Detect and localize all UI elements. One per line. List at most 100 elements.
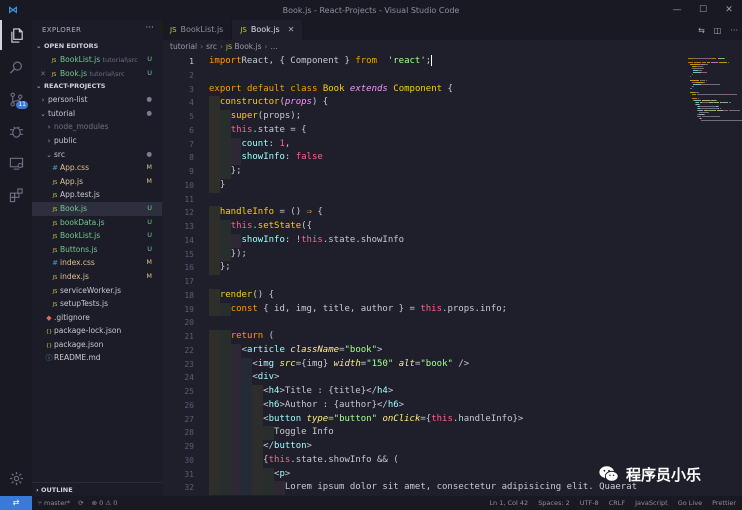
code-line: render() { — [209, 289, 274, 303]
file-tree-item[interactable]: JS App.js M — [32, 175, 162, 189]
status-item[interactable]: UTF-8 — [580, 499, 599, 507]
remote-indicator[interactable]: ⇄ — [0, 496, 32, 510]
minimap-token — [699, 106, 716, 107]
file-tree-item[interactable]: {} package.json — [32, 338, 162, 352]
git-status-badge: U — [147, 217, 152, 226]
source-control-activity[interactable]: 11 — [0, 84, 32, 114]
minimap-token — [701, 116, 720, 117]
minimap-token — [688, 62, 694, 63]
minimap-token — [695, 68, 705, 69]
file-tree-item[interactable]: JS Buttons.js U — [32, 243, 162, 257]
line-number: 8 — [189, 153, 194, 163]
code-line: this.state = { — [209, 124, 307, 138]
breadcrumb-item[interactable]: Book.js — [234, 42, 261, 51]
file-tree-item[interactable]: JS Book.js U — [32, 201, 162, 216]
code-token: > — [398, 399, 405, 410]
outline-header[interactable]: › OUTLINE — [32, 482, 162, 496]
minimap-token — [726, 94, 738, 95]
extensions-activity[interactable] — [0, 180, 32, 210]
code-line: Lorem ipsum dolor sit amet, consectetur … — [209, 481, 637, 495]
project-header[interactable]: ⌄ REACT-PROJECTS — [32, 80, 162, 93]
debug-activity[interactable] — [0, 116, 32, 146]
status-item[interactable]: JavaScript — [635, 499, 668, 507]
line-number: 13 — [184, 222, 194, 231]
code-token: Toggle Info — [209, 427, 334, 438]
remote-activity[interactable] — [0, 148, 32, 178]
code-token: div — [257, 372, 275, 383]
code-token: Lorem ipsum dolor sit amet, consectetur … — [209, 482, 638, 493]
maximize-button[interactable]: ☐ — [690, 0, 716, 20]
branch-status[interactable]: ⑂ master* — [38, 499, 70, 507]
status-item[interactable]: CRLF — [609, 499, 625, 507]
file-tree-item[interactable]: ⌄ src ● — [32, 148, 162, 162]
file-tree-item[interactable]: › person-list ● — [32, 93, 162, 107]
breadcrumb-item[interactable]: src — [206, 42, 217, 51]
open-editors-header[interactable]: ⌄ OPEN EDITORS — [32, 40, 162, 53]
code-line: showInfo: false — [209, 151, 323, 165]
file-tree-label: index.js — [60, 271, 89, 281]
code-line: const { id, img, title, author } = this.… — [209, 303, 507, 317]
close-tab-icon[interactable]: ✕ — [288, 20, 295, 40]
file-tree-label: public — [54, 135, 77, 145]
code-token: export — [209, 83, 242, 94]
minimap-token — [694, 100, 701, 101]
git-status-badge: M — [146, 176, 152, 185]
code-line: }; — [209, 261, 231, 275]
status-item[interactable]: Ln 1, Col 42 — [489, 499, 528, 507]
split-editor-icon[interactable]: ◫ — [714, 26, 722, 35]
line-number: 29 — [184, 442, 194, 451]
file-tree-item[interactable]: › public — [32, 134, 162, 148]
code-editor[interactable]: 1 importReact, { Component } from 'react'… — [162, 54, 682, 496]
explorer-sidebar: EXPLORER ··· ⌄ OPEN EDITORS JS BookList.js… — [32, 20, 162, 496]
file-tree-item[interactable]: ⌄ tutorial ● — [32, 107, 162, 121]
file-tree-item[interactable]: # App.css M — [32, 161, 162, 175]
minimap-token — [706, 80, 707, 81]
minimap-token — [708, 110, 716, 111]
problems-status[interactable]: ⊗ 0 ⚠ 0 — [92, 499, 118, 507]
compare-icon[interactable]: ⇆ — [698, 26, 705, 35]
open-editor-item[interactable]: JS BookList.js tutorial\src U — [32, 53, 162, 67]
search-activity[interactable] — [0, 52, 32, 82]
status-item[interactable]: Go Live — [678, 499, 702, 507]
tab-booklist[interactable]: JS BookList.js — [162, 20, 233, 40]
code-line: <p> — [209, 468, 290, 482]
file-tree-item[interactable]: JS index.js M — [32, 270, 162, 284]
code-line: <div> — [209, 371, 279, 385]
css-file-icon: # — [52, 259, 58, 268]
explorer-activity[interactable] — [0, 20, 32, 50]
settings-activity[interactable] — [0, 463, 32, 493]
status-right: Ln 1, Col 42 Spaces: 2 UTF-8 CRLF JavaScript… — [489, 496, 736, 510]
breadcrumb-item[interactable]: tutorial — [170, 42, 197, 51]
minimap[interactable] — [682, 54, 742, 496]
js-file-icon: JS — [52, 288, 58, 295]
file-tree-item[interactable]: JS serviceWorker.js — [32, 284, 162, 298]
breadcrumb-item[interactable]: ... — [271, 42, 278, 51]
file-tree-item[interactable]: JS BookList.js U — [32, 229, 162, 243]
close-window-button[interactable]: ✕ — [716, 0, 742, 20]
close-icon[interactable]: ✕ — [38, 68, 48, 81]
chevron-down-icon: ⌄ — [36, 82, 42, 91]
file-tree-item[interactable]: JS bookData.js U — [32, 216, 162, 230]
code-token: button — [274, 441, 307, 451]
status-item[interactable]: Spaces: 2 — [538, 499, 570, 507]
more-icon[interactable]: ··· — [730, 26, 738, 35]
minimize-button[interactable]: — — [664, 0, 690, 20]
sync-icon[interactable]: ⟳ — [78, 499, 83, 507]
open-editor-item[interactable]: ✕ JS Book.js tutorial\src U — [32, 67, 162, 81]
file-tree-item[interactable]: # index.css M — [32, 256, 162, 270]
file-tree-item[interactable]: ◆ .gitignore — [32, 311, 162, 325]
file-tree-item[interactable]: ⓘ README.md — [32, 351, 162, 365]
code-token: : — [268, 138, 280, 149]
tab-book[interactable]: JS Book.js ✕ — [232, 20, 304, 40]
more-actions-icon[interactable]: ··· — [145, 23, 154, 33]
file-tree-item[interactable]: › node_modules — [32, 120, 162, 134]
file-tree-item[interactable]: {} package-lock.json — [32, 324, 162, 338]
file-tree-item[interactable]: JS setupTests.js — [32, 297, 162, 311]
status-item[interactable]: Prettier — [712, 499, 736, 507]
line-number: 4 — [189, 98, 194, 108]
code-token: this — [301, 234, 323, 245]
code-token: from — [355, 56, 377, 66]
file-tree-item[interactable]: JS App.test.js — [32, 188, 162, 202]
